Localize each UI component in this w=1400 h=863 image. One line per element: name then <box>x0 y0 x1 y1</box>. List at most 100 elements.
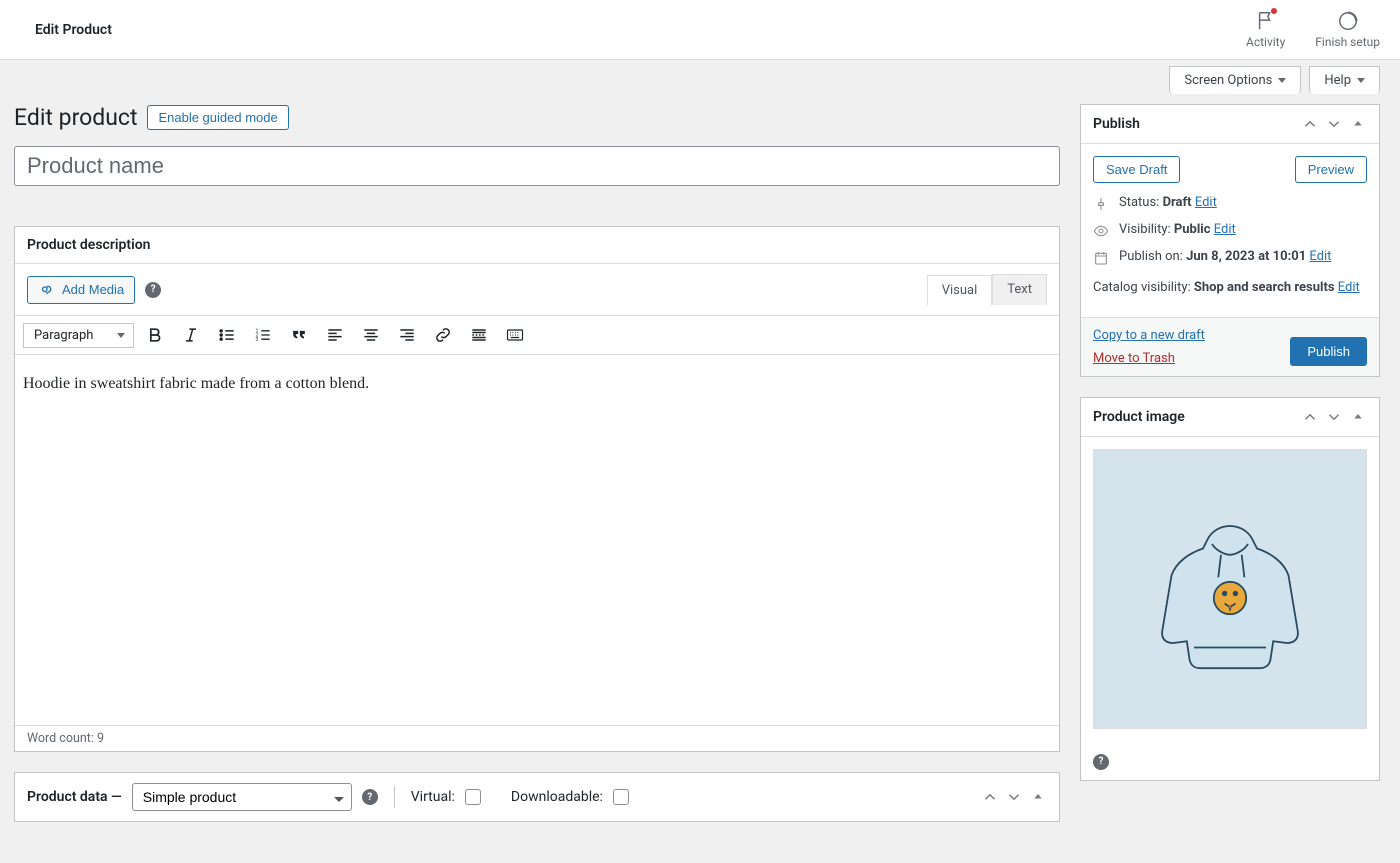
save-draft-button[interactable]: Save Draft <box>1093 156 1180 183</box>
chevron-down-icon[interactable] <box>1325 115 1343 133</box>
italic-button[interactable] <box>176 320 206 350</box>
hoodie-illustration <box>1140 499 1320 679</box>
product-image-thumbnail[interactable] <box>1093 449 1367 729</box>
description-header: Product description <box>15 227 1059 264</box>
side-column: Publish Save Draft Preview Status: Draft… <box>1080 104 1380 801</box>
downloadable-label: Downloadable: <box>511 789 603 805</box>
activity-label: Activity <box>1246 35 1285 49</box>
keyboard-icon <box>505 325 525 345</box>
tab-visual[interactable]: Visual <box>927 275 993 306</box>
align-left-button[interactable] <box>320 320 350 350</box>
align-center-button[interactable] <box>356 320 386 350</box>
publish-box: Publish Save Draft Preview Status: Draft… <box>1080 104 1380 377</box>
help-icon[interactable]: ? <box>1093 754 1109 770</box>
chevron-down-icon <box>1278 78 1286 83</box>
format-label: Paragraph <box>34 328 93 343</box>
finish-setup-button[interactable]: Finish setup <box>1315 10 1380 49</box>
link-button[interactable] <box>428 320 458 350</box>
progress-circle-icon <box>1337 10 1359 32</box>
virtual-checkbox[interactable] <box>465 789 481 805</box>
catalog-label: Catalog visibility: <box>1093 280 1191 295</box>
read-more-button[interactable] <box>464 320 494 350</box>
tab-text[interactable]: Text <box>992 274 1047 305</box>
chevron-down-icon <box>117 333 125 338</box>
publish-button[interactable]: Publish <box>1290 337 1367 366</box>
heading-row: Edit product Enable guided mode <box>14 104 1060 131</box>
description-title: Product description <box>27 237 150 253</box>
align-center-icon <box>361 325 381 345</box>
media-left: Add Media ? <box>27 276 161 304</box>
copy-draft-link[interactable]: Copy to a new draft <box>1093 328 1205 343</box>
status-row: Status: Draft Edit <box>1093 195 1367 212</box>
calendar-icon <box>1093 250 1109 266</box>
publish-on-label: Publish on: <box>1119 249 1183 264</box>
virtual-label: Virtual: <box>411 789 455 805</box>
product-description-box: Product description Add Media ? Visual T… <box>14 226 1060 752</box>
quote-icon <box>289 325 309 345</box>
publish-body: Save Draft Preview Status: Draft Edit Vi… <box>1081 144 1379 317</box>
media-icon <box>38 281 56 299</box>
chevron-up-icon[interactable] <box>1301 115 1319 133</box>
bold-button[interactable] <box>140 320 170 350</box>
read-more-icon <box>469 325 489 345</box>
numbered-list-button[interactable]: 123 <box>248 320 278 350</box>
editor-textarea[interactable]: Hoodie in sweatshirt fabric made from a … <box>15 355 1059 725</box>
product-data-handles <box>981 788 1047 806</box>
chevron-up-icon[interactable] <box>1301 408 1319 426</box>
help-tab[interactable]: Help <box>1309 66 1380 94</box>
chevron-up-icon[interactable] <box>981 788 999 806</box>
move-to-trash-link[interactable]: Move to Trash <box>1093 351 1205 366</box>
downloadable-checkbox[interactable] <box>613 789 629 805</box>
editor-tabs: Visual Text <box>927 274 1047 305</box>
product-image-body <box>1081 437 1379 753</box>
link-icon <box>433 325 453 345</box>
help-icon[interactable]: ? <box>145 282 161 298</box>
chevron-down-icon[interactable] <box>1005 788 1023 806</box>
align-right-icon <box>397 325 417 345</box>
activity-button[interactable]: Activity <box>1246 10 1285 49</box>
caret-up-icon[interactable] <box>1349 115 1367 133</box>
publish-footer: Copy to a new draft Move to Trash Publis… <box>1081 317 1379 376</box>
edit-date-link[interactable]: Edit <box>1309 249 1331 264</box>
publish-date-row: Publish on: Jun 8, 2023 at 10:01 Edit <box>1093 249 1367 266</box>
catalog-row: Catalog visibility: Shop and search resu… <box>1093 280 1367 295</box>
help-icon[interactable]: ? <box>362 789 378 805</box>
bold-icon <box>145 325 165 345</box>
screen-options-label: Screen Options <box>1184 73 1272 88</box>
chevron-down-icon <box>1357 78 1365 83</box>
blockquote-button[interactable] <box>284 320 314 350</box>
product-image-header: Product image <box>1081 398 1379 437</box>
product-name-input[interactable] <box>14 146 1060 186</box>
edit-catalog-link[interactable]: Edit <box>1338 280 1360 295</box>
product-image-title: Product image <box>1093 409 1185 425</box>
edit-status-link[interactable]: Edit <box>1195 195 1217 210</box>
preview-button[interactable]: Preview <box>1295 156 1367 183</box>
align-left-icon <box>325 325 345 345</box>
status-label: Status: <box>1119 195 1159 210</box>
word-count-value: 9 <box>97 731 104 746</box>
chevron-down-icon[interactable] <box>1325 408 1343 426</box>
publish-links: Copy to a new draft Move to Trash <box>1093 328 1205 366</box>
screen-options-tab[interactable]: Screen Options <box>1169 66 1301 94</box>
format-select[interactable]: Paragraph <box>23 323 134 348</box>
publish-top-buttons: Save Draft Preview <box>1093 156 1367 183</box>
enable-guided-mode-button[interactable]: Enable guided mode <box>147 105 288 130</box>
product-image-help: ? <box>1081 753 1379 780</box>
add-media-label: Add Media <box>62 282 124 297</box>
toolbar-toggle-button[interactable] <box>500 320 530 350</box>
edit-visibility-link[interactable]: Edit <box>1214 222 1236 237</box>
align-right-button[interactable] <box>392 320 422 350</box>
caret-up-icon[interactable] <box>1349 408 1367 426</box>
product-type-select[interactable]: Simple product <box>132 783 352 811</box>
product-type-select-wrap: Simple product <box>132 783 352 811</box>
screen-meta-tabs: Screen Options Help <box>0 60 1400 94</box>
add-media-button[interactable]: Add Media <box>27 276 135 304</box>
svg-text:3: 3 <box>256 337 259 343</box>
word-count-label: Word count: <box>27 731 94 746</box>
help-label: Help <box>1324 73 1351 88</box>
numbered-list-icon: 123 <box>253 325 273 345</box>
page-heading: Edit product <box>14 104 137 131</box>
publish-handles <box>1301 115 1367 133</box>
bullet-list-button[interactable] <box>212 320 242 350</box>
caret-up-icon[interactable] <box>1029 788 1047 806</box>
